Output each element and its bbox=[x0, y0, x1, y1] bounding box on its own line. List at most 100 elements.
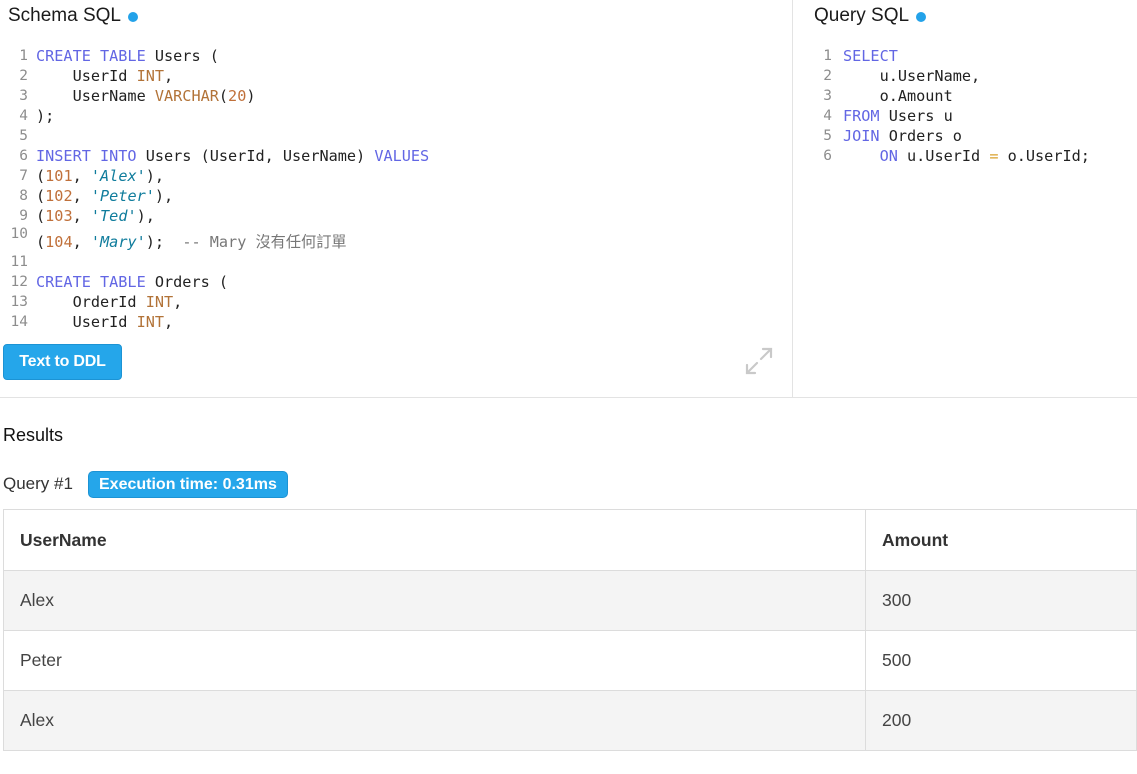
code-token: ( bbox=[36, 187, 46, 205]
cell-username: Peter bbox=[3, 630, 866, 691]
code-text: CREATE TABLE Orders ( bbox=[36, 272, 228, 292]
column-header-username: UserName bbox=[3, 509, 866, 571]
code-token: OrderId bbox=[36, 293, 146, 311]
code-token: , bbox=[173, 293, 183, 311]
code-token: 'Ted' bbox=[90, 207, 137, 225]
code-token: ON bbox=[879, 147, 898, 165]
code-token: , bbox=[72, 207, 91, 225]
code-token: UserId bbox=[36, 313, 137, 330]
code-token: 104 bbox=[45, 233, 73, 251]
code-token: ( bbox=[36, 167, 46, 185]
code-token: u.UserId bbox=[897, 147, 990, 165]
table-row: Alex 300 bbox=[3, 570, 1137, 631]
code-text: u.UserName, bbox=[843, 66, 981, 86]
code-token: , bbox=[72, 187, 91, 205]
code-token: Users ( bbox=[145, 47, 219, 65]
cell-amount: 300 bbox=[865, 570, 1137, 631]
code-token: ), bbox=[154, 187, 174, 205]
line-number: 6 bbox=[823, 148, 832, 164]
table-header-row: UserName Amount bbox=[3, 509, 1137, 571]
code-line: 2 UserId INT, bbox=[0, 66, 790, 86]
query-number-label: Query #1 bbox=[3, 474, 73, 493]
code-token: 101 bbox=[45, 167, 73, 185]
table-row: Peter 500 bbox=[3, 630, 1137, 691]
line-number: 5 bbox=[19, 128, 28, 144]
line-number: 2 bbox=[823, 68, 832, 84]
line-number: 6 bbox=[19, 148, 28, 164]
code-token: Users u bbox=[879, 107, 953, 125]
cell-username: Alex bbox=[3, 570, 866, 631]
column-header-amount: Amount bbox=[865, 509, 1137, 571]
code-text: UserId INT, bbox=[36, 312, 174, 330]
code-token: ) bbox=[246, 87, 256, 105]
code-token: , bbox=[72, 167, 91, 185]
text-to-ddl-button[interactable]: Text to DDL bbox=[3, 344, 122, 380]
code-token: ( bbox=[218, 87, 229, 105]
line-number: 4 bbox=[823, 108, 832, 124]
code-token: UserId bbox=[36, 67, 137, 85]
code-text: JOIN Orders o bbox=[843, 126, 962, 146]
code-token: u.UserName, bbox=[843, 67, 981, 85]
cell-username: Alex bbox=[3, 690, 866, 751]
code-token: 'Alex' bbox=[90, 167, 146, 185]
results-table: UserName Amount Alex 300 Peter 500 Alex 200 bbox=[3, 509, 1137, 751]
code-token: ); bbox=[36, 107, 55, 125]
code-line: 10 (104, 'Mary'); -- Mary 沒有任何訂單 bbox=[0, 226, 790, 252]
line-number: 3 bbox=[19, 88, 28, 104]
code-token: , bbox=[164, 313, 174, 330]
code-token: INSERT INTO bbox=[36, 147, 137, 165]
expand-arrows-icon[interactable] bbox=[743, 345, 775, 377]
code-text: OrderId INT, bbox=[36, 292, 183, 312]
code-line: 5 bbox=[0, 126, 790, 146]
code-line: 4); bbox=[0, 106, 790, 126]
schema-panel: Schema SQL 1 CREATE TABLE Users (2 UserId… bbox=[0, 0, 792, 398]
line-number: 5 bbox=[823, 128, 832, 144]
schema-code-editor[interactable]: 1 CREATE TABLE Users (2 UserId INT, 3 User… bbox=[0, 46, 790, 330]
code-token: FROM bbox=[843, 107, 880, 125]
code-token: UserName bbox=[36, 87, 155, 105]
schema-title-label: Schema SQL bbox=[8, 5, 121, 26]
code-token: INT bbox=[145, 293, 174, 311]
code-line: 13 OrderId INT, bbox=[0, 292, 790, 312]
code-text: (101, 'Alex'), bbox=[36, 166, 164, 186]
code-token: ( bbox=[36, 233, 46, 251]
code-line: 1 CREATE TABLE Users ( bbox=[0, 46, 790, 66]
code-line: 2 u.UserName, bbox=[793, 66, 1137, 86]
code-text: (102, 'Peter'), bbox=[36, 186, 173, 206]
code-token: INT bbox=[136, 313, 165, 330]
line-number: 9 bbox=[19, 208, 28, 224]
query-code-editor[interactable]: 1 SELECT 2 u.UserName, 3 o.Amount 4 FROM User… bbox=[793, 46, 1137, 186]
code-text: INSERT INTO Users (UserId, UserName) VAL… bbox=[36, 146, 429, 166]
code-text: ON u.UserId = o.UserId; bbox=[843, 146, 1090, 166]
code-token: Orders o bbox=[879, 127, 962, 145]
line-number: 14 bbox=[10, 314, 28, 330]
code-token: 'Peter' bbox=[90, 187, 155, 205]
code-text: FROM Users u bbox=[843, 106, 953, 126]
code-token: JOIN bbox=[843, 127, 880, 145]
query-panel: Query SQL 1 SELECT 2 u.UserName, 3 o.Amount… bbox=[793, 0, 1137, 398]
code-text: UserName VARCHAR(20) bbox=[36, 86, 256, 106]
code-token: 102 bbox=[45, 187, 73, 205]
query-title: Query SQL bbox=[814, 5, 927, 27]
code-line: 4 FROM Users u bbox=[793, 106, 1137, 126]
code-text: (104, 'Mary'); -- Mary 沒有任何訂單 bbox=[36, 232, 347, 252]
code-text: UserId INT, bbox=[36, 66, 174, 86]
query-title-label: Query SQL bbox=[814, 5, 910, 26]
code-token: , bbox=[72, 233, 91, 251]
code-token: o.Amount bbox=[843, 87, 953, 105]
code-line: 6 INSERT INTO Users (UserId, UserName) VA… bbox=[0, 146, 790, 166]
code-line: 12 CREATE TABLE Orders ( bbox=[0, 272, 790, 292]
cell-amount: 500 bbox=[865, 630, 1137, 691]
code-token: Users (UserId, UserName) bbox=[136, 147, 375, 165]
code-line: 3 o.Amount bbox=[793, 86, 1137, 106]
line-number: 12 bbox=[10, 274, 28, 290]
code-line: 1 SELECT bbox=[793, 46, 1137, 66]
status-dot-icon bbox=[916, 11, 927, 22]
code-token: Orders ( bbox=[145, 273, 229, 291]
code-token: ( bbox=[36, 207, 46, 225]
code-line: 14 UserId INT, bbox=[0, 312, 790, 330]
code-token: SELECT bbox=[843, 47, 898, 65]
code-token: ), bbox=[145, 167, 165, 185]
line-number: 10 bbox=[10, 226, 28, 242]
